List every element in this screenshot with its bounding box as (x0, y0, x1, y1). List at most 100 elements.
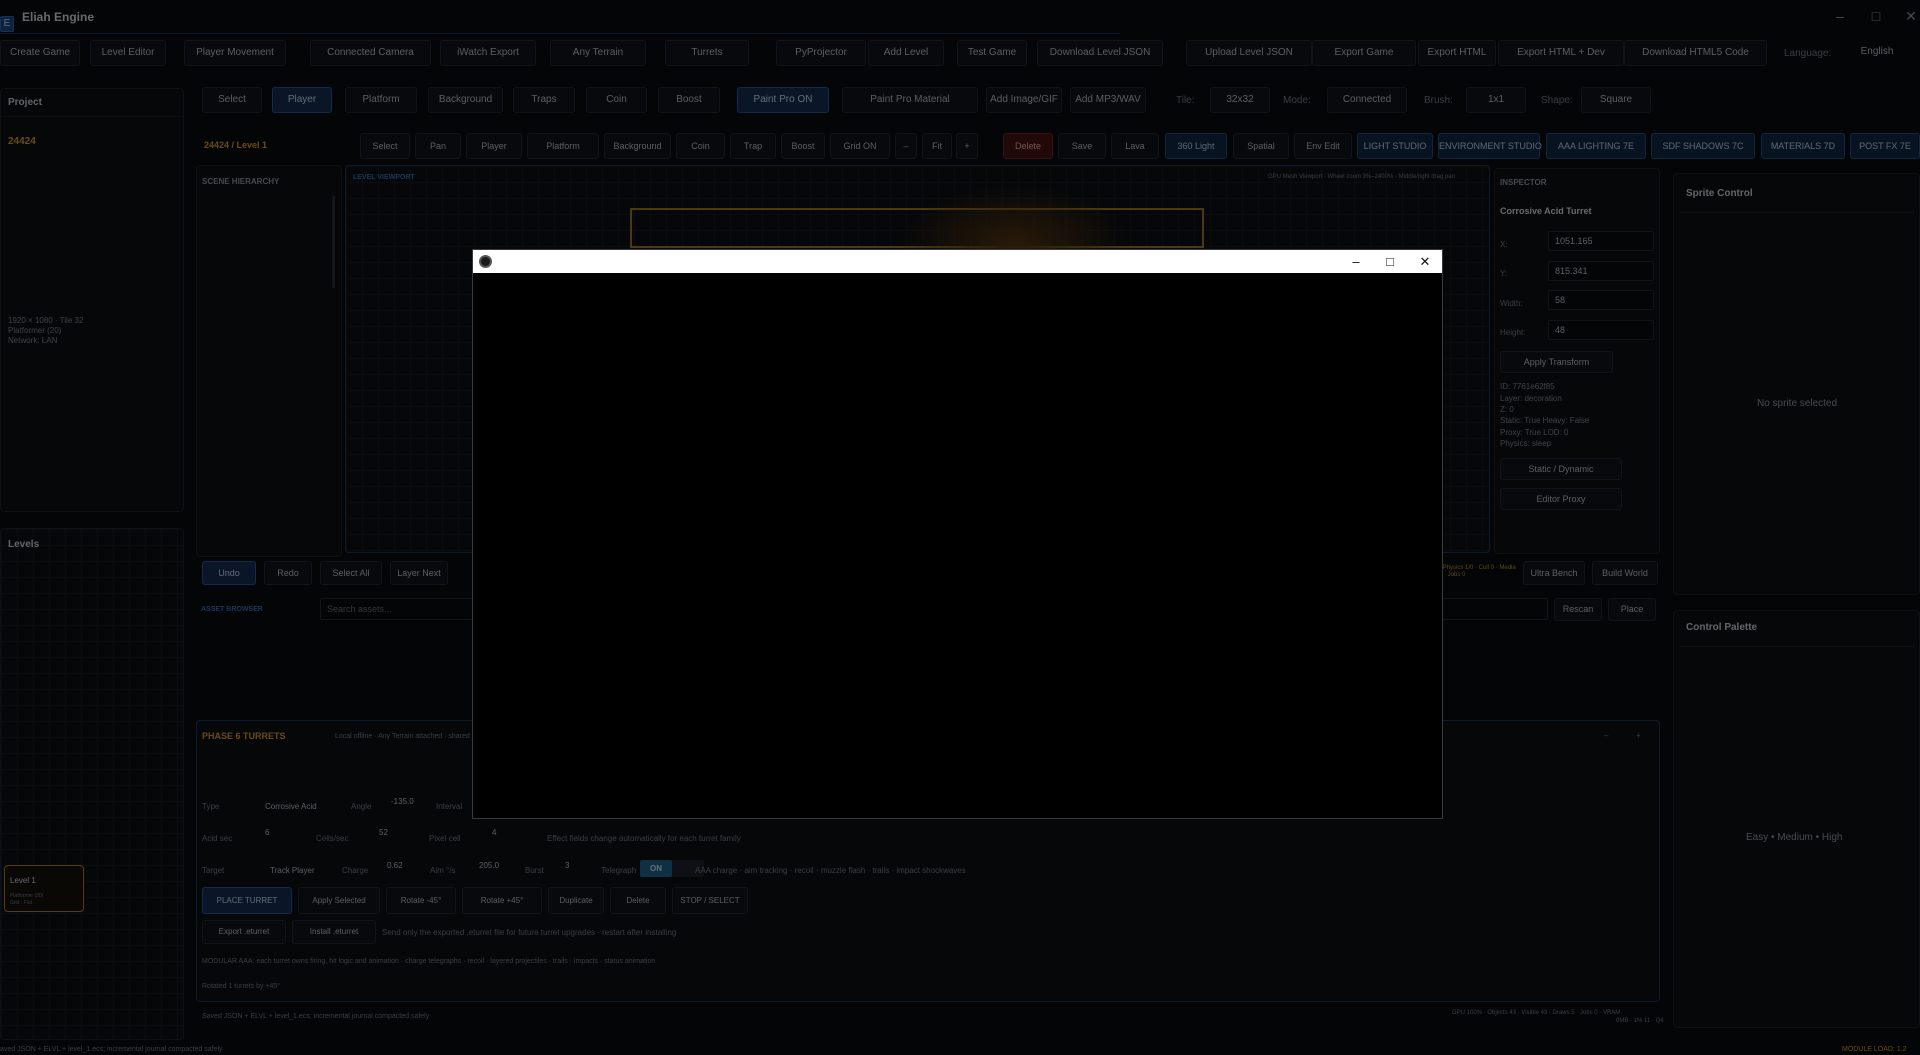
paint-player[interactable]: Player (272, 87, 332, 113)
tool-trap[interactable]: Trap (730, 133, 776, 159)
close-icon[interactable]: ✕ (1899, 8, 1920, 25)
shape-select[interactable]: Square (1581, 87, 1651, 113)
tool-post-fx-7e[interactable]: POST FX 7E (1850, 133, 1920, 159)
menu-iwatch-export[interactable]: iWatch Export (440, 40, 536, 66)
tool-background[interactable]: Background (604, 133, 671, 159)
y-field[interactable]: 815.341 (1548, 261, 1654, 281)
popup-close-icon[interactable]: ✕ (1408, 251, 1442, 272)
paint-add-image-gif[interactable]: Add Image/GIF (986, 87, 1062, 113)
rotate-minus-button[interactable]: Rotate -45° (386, 887, 456, 914)
aim-field[interactable]: 205.0 (479, 861, 499, 870)
menu-level-editor[interactable]: Level Editor (90, 40, 166, 66)
turret-delete-button[interactable]: Delete (610, 887, 666, 914)
menu-turrets[interactable]: Turrets (665, 40, 749, 66)
paint-platform[interactable]: Platform (345, 87, 417, 113)
redo-button[interactable]: Redo (264, 561, 312, 585)
type-select[interactable]: Corrosive Acid (265, 802, 317, 811)
tool-platform[interactable]: Platform (527, 133, 599, 159)
turrets-expand-button[interactable]: + (1636, 731, 1641, 740)
tool-light-studio[interactable]: LIGHT STUDIO (1357, 133, 1433, 159)
menu-add-level[interactable]: Add Level (868, 40, 944, 66)
paint-select[interactable]: Select (202, 87, 262, 113)
apply-selected-button[interactable]: Apply Selected (298, 887, 380, 914)
target-select[interactable]: Track Player (270, 866, 315, 875)
static-dynamic-button[interactable]: Static / Dynamic (1500, 458, 1622, 480)
popup-maximize-icon[interactable]: □ (1373, 251, 1407, 272)
tool-environment-studio[interactable]: ENVIRONMENT STUDIO (1438, 133, 1542, 159)
menu-export-game[interactable]: Export Game (1312, 40, 1416, 66)
charge-field[interactable]: 0.62 (387, 861, 403, 870)
tool-materials-7d[interactable]: MATERIALS 7D (1761, 133, 1845, 159)
paint-paint-pro-material[interactable]: Paint Pro Material (842, 87, 978, 113)
burst-field[interactable]: 3 (565, 861, 569, 870)
select-all-button[interactable]: Select All (320, 561, 382, 585)
minimize-icon[interactable]: – (1828, 8, 1852, 24)
angle-field[interactable]: -135.0 (391, 797, 414, 806)
paint-add-mp3-wav[interactable]: Add MP3/WAV (1070, 87, 1146, 113)
tool-zoom-out[interactable]: + (956, 133, 978, 159)
tool-lava[interactable]: Lava (1111, 133, 1159, 159)
pixel-cell-field[interactable]: 4 (492, 828, 496, 837)
tool-pan[interactable]: Pan (415, 133, 461, 159)
width-field[interactable]: 58 (1548, 290, 1654, 310)
menu-player-movement[interactable]: Player Movement (184, 40, 286, 66)
menu-export-html-dev[interactable]: Export HTML + Dev (1498, 40, 1624, 66)
ultra-bench-button[interactable]: Ultra Bench (1523, 561, 1585, 585)
mode-select[interactable]: Connected (1327, 87, 1407, 113)
maximize-icon[interactable]: □ (1864, 8, 1888, 24)
stop-select-button[interactable]: STOP / SELECT (672, 887, 748, 914)
tool-fit[interactable]: Fit (922, 133, 952, 159)
menu-create-game[interactable]: Create Game (0, 40, 80, 66)
hierarchy-scrollbar[interactable] (332, 196, 335, 288)
tool-coin[interactable]: Coin (676, 133, 725, 159)
menu-download-level-json[interactable]: Download Level JSON (1037, 40, 1163, 66)
x-field[interactable]: 1051.165 (1548, 231, 1654, 251)
tool-env-edit[interactable]: Env Edit (1294, 133, 1352, 159)
popup-minimize-icon[interactable]: – (1339, 251, 1373, 272)
build-world-button[interactable]: Build World (1592, 561, 1658, 585)
tool-360-light[interactable]: 360 Light (1165, 133, 1227, 159)
height-field[interactable]: 48 (1548, 320, 1654, 340)
tool-select[interactable]: Select (360, 133, 410, 159)
tool-spatial[interactable]: Spatial (1233, 133, 1289, 159)
editor-proxy-button[interactable]: Editor Proxy (1500, 488, 1622, 510)
menu-export-html[interactable]: Export HTML (1418, 40, 1496, 66)
acid-sec-field[interactable]: 6 (265, 828, 269, 837)
undo-button[interactable]: Undo (202, 561, 256, 585)
language-select[interactable]: English (1834, 40, 1920, 66)
tool-boost[interactable]: Boost (781, 133, 825, 159)
brush-select[interactable]: 1x1 (1466, 87, 1526, 113)
place-button[interactable]: Place (1608, 598, 1656, 621)
paint-background[interactable]: Background (428, 87, 503, 113)
tile-select[interactable]: 32x32 (1210, 87, 1270, 113)
paint-traps[interactable]: Traps (513, 87, 575, 113)
popup-window[interactable]: – □ ✕ (472, 249, 1443, 819)
cells-sec-field[interactable]: 52 (379, 828, 388, 837)
popup-title-bar[interactable] (473, 250, 1442, 273)
menu-any-terrain[interactable]: Any Terrain (550, 40, 646, 66)
paint-boost[interactable]: Boost (658, 87, 720, 113)
paint-coin[interactable]: Coin (586, 87, 647, 113)
rescan-button[interactable]: Rescan (1554, 598, 1602, 621)
menu-download-html5-code[interactable]: Download HTML5 Code (1624, 40, 1767, 66)
menu-pyprojector[interactable]: PyProjector (776, 40, 866, 66)
menu-test-game[interactable]: Test Game (957, 40, 1027, 66)
install-eturret-button[interactable]: Install .eturret (292, 920, 376, 944)
export-eturret-button[interactable]: Export .eturret (202, 920, 286, 944)
place-turret-button[interactable]: PLACE TURRET (202, 887, 292, 914)
duplicate-button[interactable]: Duplicate (548, 887, 604, 914)
tool-save[interactable]: Save (1058, 133, 1106, 159)
tool-player[interactable]: Player (466, 133, 522, 159)
tool-grid-on[interactable]: Grid ON (830, 133, 890, 159)
layer-next-button[interactable]: Layer Next (390, 561, 448, 585)
menu-connected-camera[interactable]: Connected Camera (310, 40, 431, 66)
tool-delete[interactable]: Delete (1003, 133, 1053, 159)
level-card[interactable]: Level 1 Platformer (20) Grid · Flat (4, 865, 84, 912)
tool-zoom-out[interactable]: – (895, 133, 917, 159)
menu-upload-level-json[interactable]: Upload Level JSON (1186, 40, 1312, 66)
paint-paint-pro-on[interactable]: Paint Pro ON (737, 87, 829, 113)
difficulty-levels[interactable]: Easy • Medium • High (1746, 832, 1842, 843)
turrets-collapse-button[interactable]: – (1604, 731, 1608, 740)
tool-aaa-lighting-7e[interactable]: AAA LIGHTING 7E (1546, 133, 1646, 159)
apply-transform-button[interactable]: Apply Transform (1500, 351, 1613, 373)
